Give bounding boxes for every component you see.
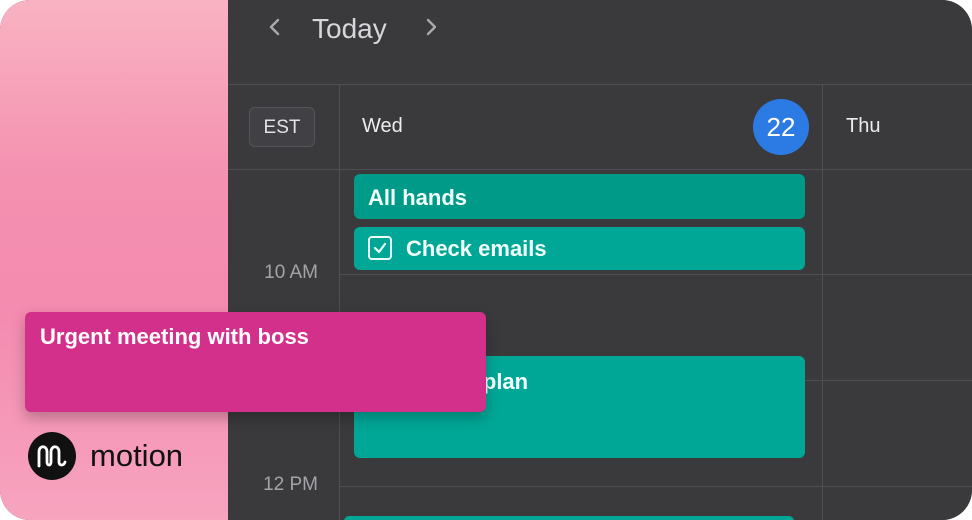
event-partial-bottom[interactable] (344, 516, 794, 520)
day-label-thu: Thu (846, 115, 881, 137)
app-frame: Today EST Wed 22 Thu 10 AM 12 PM All han… (0, 0, 972, 520)
today-title[interactable]: Today (312, 12, 387, 46)
checkbox-icon[interactable] (368, 236, 392, 261)
event-urgent-meeting-dragging[interactable]: Urgent meeting with boss (25, 312, 486, 412)
hour-line (340, 274, 972, 275)
chevron-right-icon (426, 18, 437, 36)
prev-day-button[interactable] (260, 14, 290, 44)
day-column-divider (822, 85, 823, 520)
event-title: Check emails (406, 236, 547, 261)
event-all-hands[interactable]: All hands (354, 174, 805, 219)
time-label-12pm: 12 PM (263, 474, 318, 495)
time-gutter-divider (339, 85, 340, 520)
time-label-10am: 10 AM (264, 262, 318, 283)
event-title: Urgent meeting with boss (40, 324, 309, 349)
day-label-wed: Wed (362, 115, 403, 137)
event-check-emails[interactable]: Check emails (354, 227, 805, 270)
brand-name: motion (90, 438, 184, 473)
calendar-toolbar: Today (228, 0, 972, 85)
motion-logo-icon (28, 432, 76, 480)
timezone-button[interactable]: EST (249, 107, 315, 147)
event-title: All hands (368, 185, 468, 210)
next-day-button[interactable] (416, 14, 446, 44)
chevron-left-icon (269, 18, 280, 36)
today-date-badge[interactable]: 22 (753, 99, 809, 155)
hour-line (340, 486, 972, 487)
calendar-view: Today EST Wed 22 Thu 10 AM 12 PM All han… (228, 0, 972, 520)
